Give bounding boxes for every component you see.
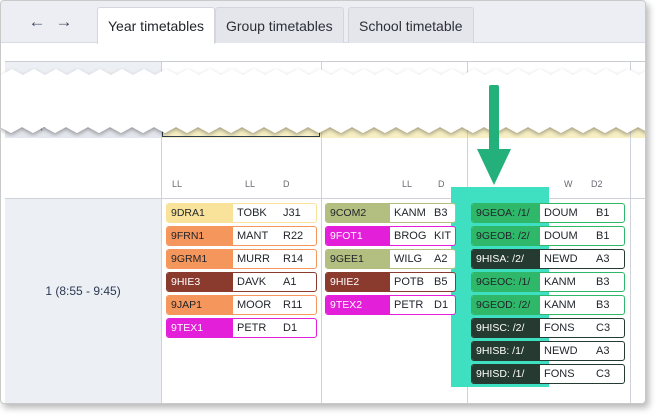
lesson-room: D1 [434,299,449,311]
lesson-card[interactable]: 9DRA1 TOBK J31 [166,203,317,223]
lesson-teacher: DAVK [237,276,267,288]
lesson-code: 9HISC: /2/ [472,319,540,337]
lesson-code: 9FRN1 [167,227,233,245]
lesson-card[interactable]: 9GEOC: /1/KANM B3 [471,272,625,292]
tick-label: LL [245,179,256,189]
lesson-card[interactable]: 9GRM1 MURR R14 [166,249,317,269]
lesson-teacher: MURR [237,253,270,265]
lesson-card[interactable]: 9GEOA: /1/DOUM B1 [471,203,625,223]
lesson-room: D1 [283,322,298,334]
lesson-card[interactable]: 9FRN1 MANT R22 [166,226,317,246]
lesson-card[interactable]: 9HIE2 POTB B5 [325,272,456,292]
lesson-card[interactable]: 9FOT1 BROG KIT [325,226,456,246]
lesson-code: 9HISD: /1/ [472,365,540,383]
lesson-code: 9GEE1 [326,250,390,268]
lesson-teacher: POTB [394,276,424,288]
lesson-code: 9TEX1 [167,319,233,337]
tick-label: D [283,179,290,189]
lesson-room: R14 [283,253,304,265]
period-label: 1 (8:55 - 9:45) [45,284,121,298]
lesson-room: A3 [596,345,610,357]
lesson-teacher: DOUM [544,230,578,242]
lesson-card[interactable]: 9HISD: /1/FONS C3 [471,364,625,384]
lesson-code: 9GEOC: /1/ [472,273,540,291]
tab-school-timetable[interactable]: School timetable [348,7,474,43]
lesson-card[interactable]: 9COM2 KANM B3 [325,203,456,223]
tick-label: D [438,179,445,189]
lesson-teacher: FONS [544,322,575,334]
lesson-teacher: DOUM [544,207,578,219]
lesson-teacher: PETR [237,322,267,334]
lesson-teacher: NEWD [544,345,578,357]
lesson-room: B3 [434,207,448,219]
lesson-room: KIT [434,230,452,242]
tab-year-timetables[interactable]: Year timetables [97,7,215,44]
lesson-card[interactable]: 9TEX1 PETR D1 [166,318,317,338]
lesson-room: C3 [596,322,611,334]
lesson-teacher: MOOR [237,299,272,311]
lesson-card[interactable]: 9HISA: /2/NEWD A3 [471,249,625,269]
lesson-teacher: FONS [544,368,575,380]
lesson-teacher: BROG [394,230,427,242]
lesson-room: B1 [596,207,610,219]
lesson-card[interactable]: 9HISB: /1/NEWD A3 [471,341,625,361]
lesson-card[interactable]: 9TEX2 PETR D1 [325,295,456,315]
lesson-room: B3 [596,299,610,311]
lesson-room: C3 [596,368,611,380]
lesson-room: R22 [283,230,304,242]
tick-label: LL [402,179,413,189]
lesson-room: R11 [283,299,303,311]
arrow-left-icon[interactable]: ← [26,11,48,33]
lesson-teacher: WILG [394,253,423,265]
lesson-room: B3 [596,276,610,288]
lesson-code: 9GEOA: /1/ [472,204,540,222]
lesson-code: 9TEX2 [326,296,390,314]
lesson-code: 9DRA1 [167,204,233,222]
lesson-code: 9HIE2 [326,273,390,291]
lesson-code: 9HISA: /2/ [472,250,540,268]
lesson-room: J31 [283,207,301,219]
period-label-cell [5,198,161,403]
arrow-right-icon[interactable]: → [53,11,75,33]
lesson-teacher: TOBK [237,207,267,219]
lesson-teacher: NEWD [544,253,578,265]
lesson-card[interactable]: 9JAP1 MOOR R11 [166,295,317,315]
lesson-teacher: PETR [394,299,424,311]
lesson-code: 9GEOD: /2/ [472,296,540,314]
lesson-card[interactable]: 9GEOD: /2/KANM B3 [471,295,625,315]
lesson-code: 9FOT1 [326,227,390,245]
lesson-code: 9HISB: /1/ [472,342,540,360]
timetable-window: ← → Year timetables Group timetables Sch… [0,0,646,404]
tab-group-timetables[interactable]: Group timetables [215,7,344,43]
lesson-code: 9COM2 [326,204,390,222]
lesson-teacher: KANM [544,276,576,288]
lesson-code: 9GEOB: /2/ [472,227,540,245]
lesson-room: B1 [596,230,610,242]
torn-edge [1,69,645,133]
tab-bar: ← → Year timetables Group timetables Sch… [1,1,645,44]
lesson-teacher: MANT [237,230,269,242]
lesson-code: 9JAP1 [167,296,233,314]
lesson-card[interactable]: 9HIE3 DAVK A1 [166,272,317,292]
lesson-teacher: KANM [544,299,576,311]
lesson-room: B5 [434,276,448,288]
lesson-room: A2 [434,253,448,265]
arrow-down-icon [477,85,511,185]
lesson-card[interactable]: 9HISC: /2/FONS C3 [471,318,625,338]
tick-label: W [564,179,573,189]
lesson-teacher: KANM [394,207,426,219]
tick-label: LL [172,179,183,189]
grid-divider [5,198,645,199]
tick-label: D2 [591,179,603,189]
lesson-code: 9GRM1 [167,250,233,268]
lesson-card[interactable]: 9GEOB: /2/DOUM B1 [471,226,625,246]
lesson-room: A1 [283,276,297,288]
lesson-room: A3 [596,253,610,265]
lesson-code: 9HIE3 [167,273,233,291]
lesson-card[interactable]: 9GEE1 WILG A2 [325,249,456,269]
